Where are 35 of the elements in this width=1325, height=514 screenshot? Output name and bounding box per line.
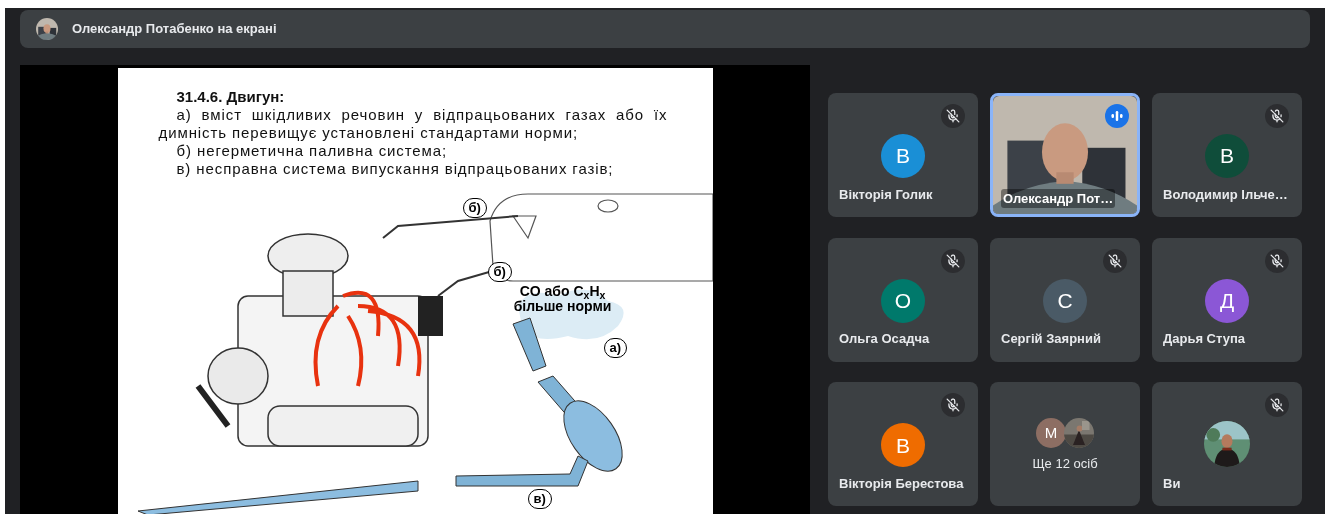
participant-tile[interactable]: Ви [1152,382,1302,507]
participant-name: Вікторія Голик [838,185,933,204]
participant-name: Вікторія Берестова [838,474,964,493]
participant-tile[interactable]: В Вікторія Берестова [828,382,978,507]
presenter-title: Олександр Потабенко на екрані [72,20,277,39]
avatar: В [881,423,925,468]
participant-name: Ви [1162,474,1181,493]
avatar: В [1205,134,1249,178]
callout-label: а) [603,338,628,358]
participant-name: Олександр Пот… [1001,188,1116,208]
participant-name: Володимир Ільче… [1162,185,1288,204]
participant-tile[interactable]: В Вікторія Голик [828,93,978,217]
more-participants-label: Ще 12 осіб [1032,455,1098,474]
participant-tile[interactable]: О Ольга Осадча [828,237,978,362]
participant-tile[interactable]: М Ще 12 осіб [990,382,1140,507]
participant-name: Дарья Ступа [1162,330,1245,349]
slide-text: а) вміст шкідливих речовин у відпрацьованих газах або їх димність перевищує установлені стандартами норми; [158,106,668,142]
figure-caption: CO або C$_{x}$H$_{x}$ більше норми [512,284,613,314]
callout-label: в) [527,489,552,509]
participant-name: Ольга Осадча [838,330,930,349]
avatar: Д [1205,278,1249,323]
participant-name: Сергій Заярний [1000,330,1101,349]
slide-heading: 31.4.6. Двигун: [175,88,286,106]
callout-label: б) [487,262,512,282]
avatar: С [1043,278,1087,323]
avatar: М [1036,418,1066,449]
slide-text: в) несправна система випускання відпрацьованих газів; [175,160,615,178]
participant-tile[interactable]: Олександр Пот… [990,93,1140,217]
participant-tile[interactable]: Д Дарья Ступа [1152,237,1302,362]
avatar: В [881,134,925,178]
participant-tile[interactable]: С Сергій Заярний [990,237,1140,362]
avatar: О [881,278,925,323]
participant-tile[interactable]: В Володимир Ільче… [1152,93,1302,217]
callout-label: б) [462,198,487,218]
slide-text: б) негерметична паливна система; [175,142,449,160]
